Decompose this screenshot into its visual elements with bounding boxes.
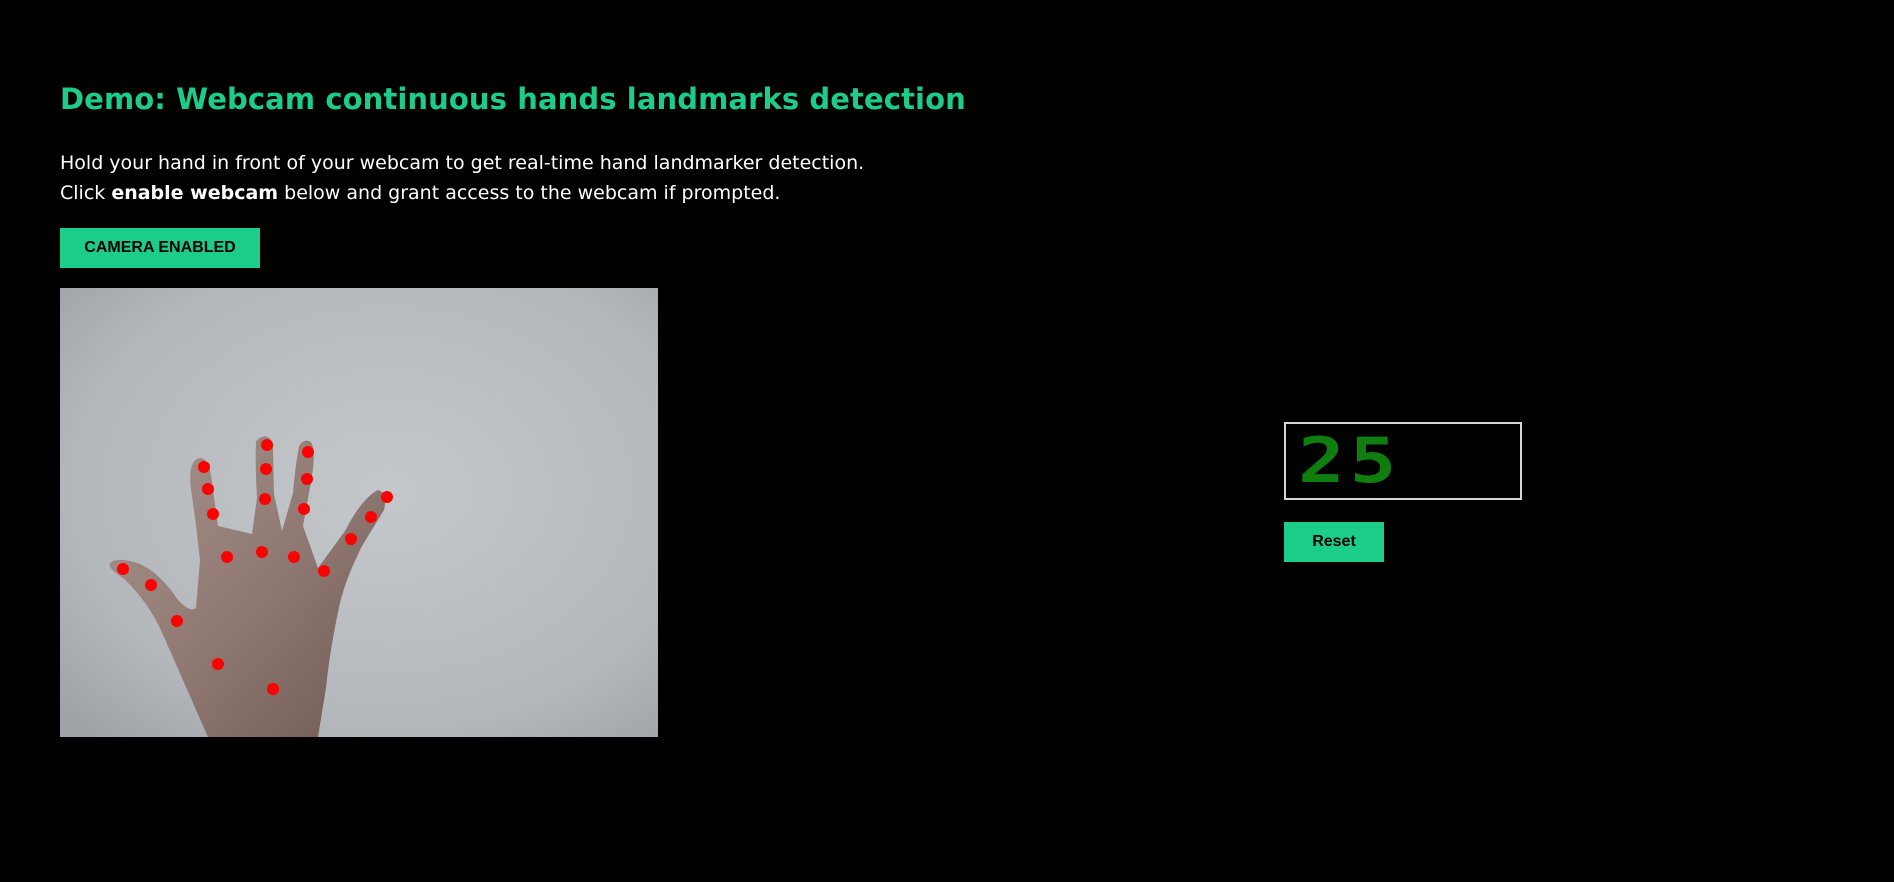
landmark-index-mcp — [221, 551, 233, 563]
description-emphasis: enable webcam — [111, 182, 279, 204]
landmark-thumb-cmc — [212, 658, 224, 670]
page-title: Demo: Webcam continuous hands landmarks … — [60, 82, 966, 116]
enable-webcam-button[interactable]: CAMERA ENABLED — [60, 228, 260, 268]
landmark-middle-dip — [260, 463, 272, 475]
landmark-index-pip — [207, 508, 219, 520]
landmark-index-tip — [198, 461, 210, 473]
description-prefix: Click — [60, 182, 112, 204]
landmark-ring-pip — [298, 503, 310, 515]
landmark-middle-pip — [259, 493, 271, 505]
landmark-thumb-ip — [145, 579, 157, 591]
landmark-thumb-tip — [117, 563, 129, 575]
landmark-middle-mcp — [256, 546, 268, 558]
webcam-canvas — [60, 288, 658, 737]
landmark-thumb-mcp — [171, 615, 183, 627]
description-line-1: Hold your hand in front of your webcam t… — [60, 152, 865, 174]
landmark-pinky-tip — [381, 491, 393, 503]
landmark-pinky-dip — [365, 511, 377, 523]
landmark-pinky-mcp — [318, 565, 330, 577]
landmark-index-dip — [202, 483, 214, 495]
landmark-ring-mcp — [288, 551, 300, 563]
landmark-wrist — [267, 683, 279, 695]
landmark-pinky-pip — [345, 533, 357, 545]
description-suffix: below and grant access to the webcam if … — [278, 182, 781, 204]
counter-display: 25 — [1284, 422, 1522, 500]
description-line-2: Click enable webcam below and grant acce… — [60, 178, 864, 208]
landmark-middle-tip — [261, 439, 273, 451]
reset-button[interactable]: Reset — [1284, 522, 1384, 562]
landmark-ring-tip — [302, 446, 314, 458]
description: Hold your hand in front of your webcam t… — [60, 148, 864, 208]
webcam-view — [60, 288, 658, 737]
landmark-ring-dip — [301, 473, 313, 485]
counter-value: 25 — [1298, 424, 1402, 497]
